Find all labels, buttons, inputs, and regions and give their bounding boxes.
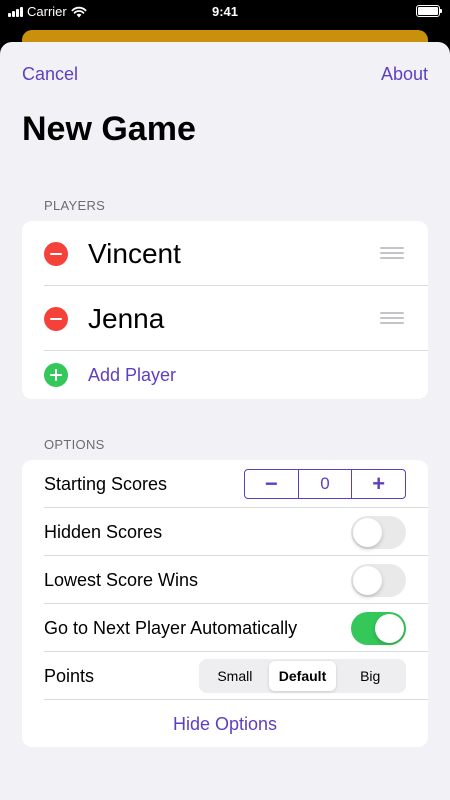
hide-options-row: Hide Options [22, 700, 428, 747]
add-player-button[interactable]: Add Player [88, 365, 176, 386]
options-list: Starting Scores − 0 + Hidden Scores Lowe… [22, 460, 428, 747]
next-player-auto-toggle[interactable] [351, 611, 406, 645]
toggle-knob [353, 565, 382, 595]
points-option-default[interactable]: Default [268, 661, 337, 691]
points-option-small[interactable]: Small [201, 661, 269, 691]
players-list: Vincent Jenna Add Player [22, 221, 428, 399]
lowest-score-wins-label: Lowest Score Wins [44, 569, 199, 590]
battery-fill [418, 7, 438, 15]
reorder-handle-icon[interactable] [380, 311, 404, 326]
hidden-scores-label: Hidden Scores [44, 521, 163, 542]
lowest-score-wins-toggle[interactable] [351, 563, 406, 597]
remove-player-button[interactable] [44, 241, 68, 266]
add-player-icon[interactable] [44, 363, 68, 387]
points-option-big[interactable]: Big [336, 661, 404, 691]
next-player-auto-label: Go to Next Player Automatically [44, 617, 298, 638]
starting-scores-row: Starting Scores − 0 + [22, 460, 428, 508]
hidden-scores-row: Hidden Scores [22, 508, 428, 556]
lowest-score-wins-row: Lowest Score Wins [22, 556, 428, 604]
decrement-button[interactable]: − [245, 470, 298, 498]
player-row: Vincent [22, 221, 428, 286]
points-label: Points [44, 665, 95, 686]
toggle-knob [353, 517, 382, 547]
player-name[interactable]: Vincent [88, 238, 181, 270]
starting-score-stepper: − 0 + [244, 469, 406, 499]
starting-scores-label: Starting Scores [44, 473, 168, 494]
reorder-handle-icon[interactable] [380, 246, 404, 261]
next-player-auto-row: Go to Next Player Automatically [22, 604, 428, 652]
cancel-button[interactable]: Cancel [22, 64, 78, 85]
player-row: Jenna [22, 286, 428, 351]
page-title: New Game [22, 110, 196, 148]
status-time: 9:41 [211, 4, 239, 19]
hidden-scores-toggle[interactable] [351, 515, 406, 549]
options-section-header: OPTIONS [44, 437, 105, 452]
starting-score-value: 0 [297, 470, 352, 498]
battery-icon [416, 5, 442, 17]
add-player-row[interactable]: Add Player [22, 351, 428, 399]
status-bar: Carrier 9:41 [0, 0, 450, 24]
increment-button[interactable]: + [351, 470, 405, 498]
player-name[interactable]: Jenna [88, 303, 164, 335]
toggle-knob [375, 613, 404, 643]
points-segmented-control: Small Default Big [199, 659, 406, 693]
about-button[interactable]: About [381, 64, 428, 85]
battery-nub [440, 9, 442, 13]
players-section-header: PLAYERS [44, 198, 106, 213]
points-row: Points Small Default Big [22, 652, 428, 700]
remove-player-button[interactable] [44, 306, 68, 331]
new-game-sheet: Cancel About New Game PLAYERS Vincent Je… [0, 42, 450, 800]
hide-options-button[interactable]: Hide Options [22, 714, 428, 735]
